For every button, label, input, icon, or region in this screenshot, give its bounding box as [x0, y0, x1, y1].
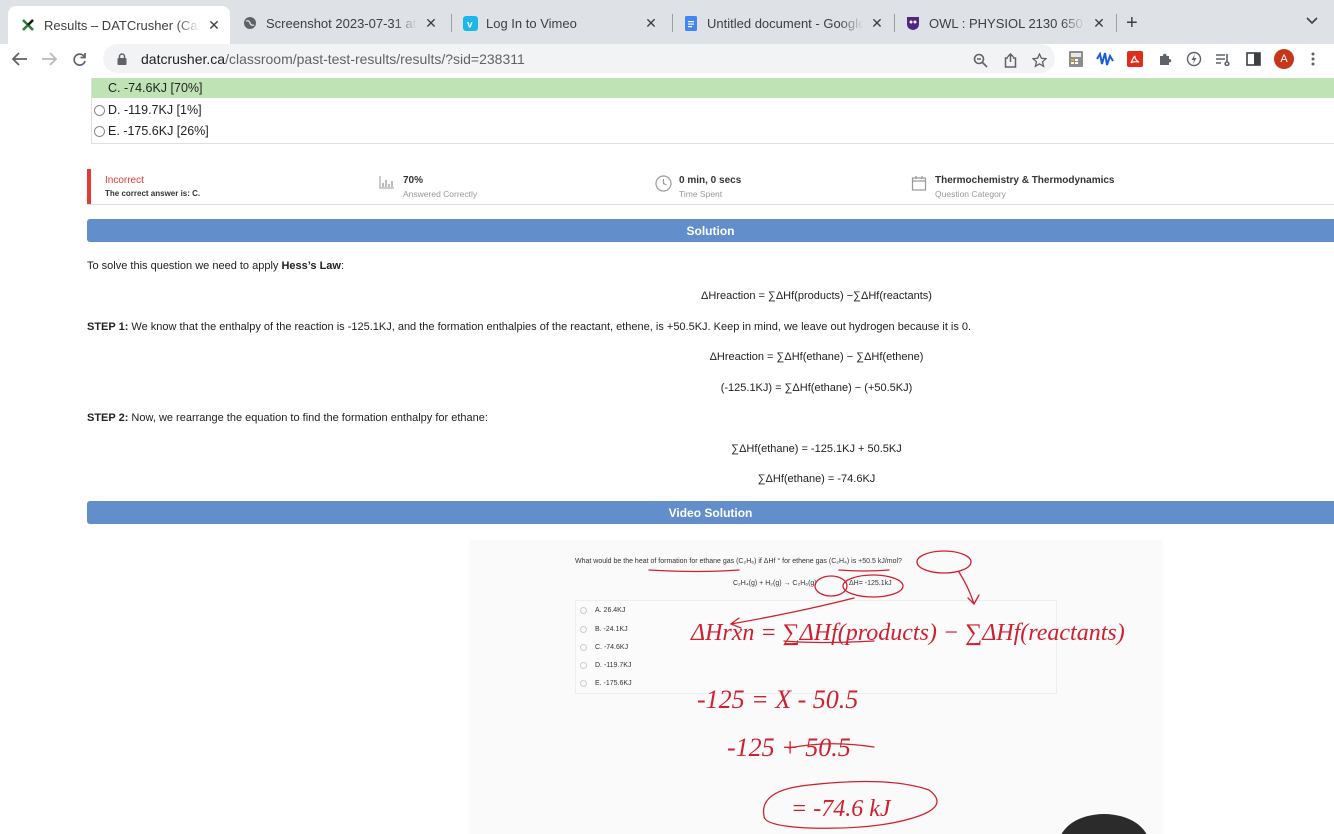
- equation-step-2a: ∑ΔHf(ethane) = -125.1KJ + 50.5KJ: [731, 443, 902, 455]
- handwritten-equation: ΔHrxn = ∑ΔHf(products) − ∑ΔHf(reactants): [690, 620, 1125, 646]
- address-bar[interactable]: datcrusher.ca/classroom/past-test-result…: [103, 44, 1055, 73]
- url-text: datcrusher.ca/classroom/past-test-result…: [141, 51, 525, 67]
- tab-title: Untitled document - Google Do: [707, 15, 863, 31]
- tab-title: Results – DATCrusher (Canadian: [44, 17, 200, 33]
- new-tab-plus-icon[interactable]: +: [1126, 12, 1138, 35]
- correct-answer-text: The correct answer is: C.: [105, 189, 201, 198]
- close-tab-icon[interactable]: ✕: [423, 15, 439, 32]
- google-docs-icon: [683, 15, 699, 31]
- solution-header: Solution: [87, 219, 1334, 242]
- tab-separator: [672, 14, 673, 32]
- step-2-text: STEP 2: Now, we rearrange the equation t…: [87, 412, 488, 424]
- step-2-body: Now, we rearrange the equation to find t…: [128, 412, 488, 424]
- step-1-body: We know that the enthalpy of the reactio…: [128, 321, 972, 333]
- extensions-puzzle-icon[interactable]: [1155, 49, 1175, 69]
- result-stat: Incorrect The correct answer is: C.: [105, 175, 200, 198]
- percent-stat: 70% Answered Correctly: [379, 175, 478, 199]
- globe-icon: [242, 15, 258, 31]
- vimeo-icon: v: [462, 15, 478, 31]
- tab-search-chevron-icon[interactable]: [1306, 14, 1318, 28]
- bar-chart-icon: [379, 175, 397, 193]
- tab-vimeo[interactable]: v Log In to Vimeo ✕: [460, 8, 665, 38]
- waveform-extension-icon[interactable]: [1095, 49, 1115, 69]
- browser-toolbar: datcrusher.ca/classroom/past-test-result…: [0, 44, 1334, 74]
- owl-icon: [905, 15, 921, 31]
- incorrect-indicator: [87, 169, 91, 204]
- step-1-label: STEP 1:: [87, 321, 129, 333]
- tab-screenshot[interactable]: Screenshot 2023-07-31 at 5.0 ✕: [240, 8, 445, 38]
- svg-text:v: v: [467, 19, 473, 30]
- answer-label: E. -175.6KJ [26%]: [108, 124, 209, 138]
- url-domain: datcrusher.ca: [141, 50, 226, 67]
- back-arrow-icon[interactable]: [9, 48, 31, 70]
- hess-law-text: Hess’s Law: [281, 260, 341, 272]
- answer-label: D. -119.7KJ [1%]: [108, 103, 202, 117]
- handwritten-line-2: -125 + 50.5: [727, 733, 851, 762]
- bookmark-star-icon[interactable]: [1030, 51, 1048, 69]
- calculator-extension-icon[interactable]: [1066, 49, 1086, 69]
- tab-separator: [1116, 14, 1117, 32]
- share-icon[interactable]: [1001, 51, 1019, 69]
- equation-step-1b: (-125.1KJ) = ∑ΔHf(ethane) − (+50.5KJ): [720, 382, 913, 394]
- reload-icon[interactable]: [68, 48, 90, 70]
- acrobat-extension-icon[interactable]: [1125, 49, 1145, 69]
- close-tab-icon[interactable]: ✕: [1091, 15, 1107, 32]
- equation-step-2b: ∑ΔHf(ethane) = -74.6KJ: [757, 473, 876, 485]
- category-value: Thermochemistry & Thermodynamics: [935, 175, 1115, 186]
- step-1-text: STEP 1: We know that the enthalpy of the…: [87, 321, 971, 333]
- answer-label: C. -74.6KJ [70%]: [108, 81, 203, 95]
- intro-text: To solve this question we need to apply: [87, 260, 282, 272]
- zoom-icon[interactable]: [971, 51, 989, 69]
- forward-arrow-icon[interactable]: [38, 48, 60, 70]
- tab-title: Screenshot 2023-07-31 at 5.0: [266, 15, 417, 31]
- solution-intro: To solve this question we need to apply …: [87, 260, 344, 272]
- percent-value: 70%: [403, 175, 424, 186]
- close-tab-icon[interactable]: ✕: [643, 15, 659, 32]
- datcrusher-icon: [20, 17, 36, 33]
- equation-hess-law: ΔHreaction = ∑ΔHf(products) −∑ΔHf(reacta…: [701, 290, 932, 302]
- percent-label: Answered Correctly: [403, 189, 478, 199]
- category-stat: Thermochemistry & Thermodynamics Questio…: [911, 175, 1115, 199]
- intro-colon: :: [340, 260, 345, 272]
- handwritten-line-1: -125 = X - 50.5: [697, 685, 858, 714]
- video-solution-header: Video Solution: [87, 501, 1334, 524]
- tab-separator: [451, 14, 452, 32]
- page-content: C. -74.6KJ [70%] D. -119.7KJ [1%] E. -17…: [0, 78, 1334, 834]
- time-label: Time Spent: [679, 189, 723, 199]
- tab-google-docs[interactable]: Untitled document - Google Do ✕: [681, 8, 891, 38]
- clock-icon: [655, 175, 673, 193]
- category-label: Question Category: [935, 189, 1006, 199]
- video-player[interactable]: What would be the heat of formation for …: [469, 540, 1163, 834]
- answer-option-d[interactable]: D. -119.7KJ [1%]: [92, 100, 1334, 120]
- tab-title: Log In to Vimeo: [486, 15, 577, 31]
- answer-option-e[interactable]: E. -175.6KJ [26%]: [92, 121, 1334, 141]
- answer-option-c[interactable]: C. -74.6KJ [70%]: [92, 78, 1334, 98]
- handwritten-answer: = -74.6 kJ: [791, 796, 892, 822]
- side-panel-icon[interactable]: [1243, 49, 1263, 69]
- tab-owl[interactable]: OWL : PHYSIOL 2130 650 SU2 ✕: [903, 8, 1113, 38]
- radio-button[interactable]: [94, 104, 105, 116]
- handwriting-overlay: ΔHrxn = ∑ΔHf(products) − ∑ΔHf(reactants)…: [648, 550, 1125, 829]
- tab-separator: [894, 14, 895, 32]
- lock-icon[interactable]: [115, 52, 129, 66]
- tab-results-datcrusher[interactable]: Results – DATCrusher (Canadian ✕: [8, 6, 230, 44]
- result-status-bar: Incorrect The correct answer is: C. 70% …: [87, 168, 1334, 205]
- tab-title: OWL : PHYSIOL 2130 650 SU2: [929, 15, 1085, 31]
- close-tab-icon[interactable]: ✕: [206, 17, 222, 34]
- kebab-menu-icon[interactable]: [1303, 49, 1323, 69]
- profile-avatar[interactable]: A: [1274, 49, 1294, 69]
- result-text: Incorrect: [105, 175, 144, 186]
- performance-extension-icon[interactable]: [1184, 49, 1204, 69]
- radio-button[interactable]: [94, 125, 105, 137]
- url-path: /classroom/past-test-results/results/?si…: [225, 50, 525, 67]
- reading-list-icon[interactable]: [1213, 49, 1233, 69]
- close-tab-icon[interactable]: ✕: [869, 15, 885, 32]
- tab-strip: Results – DATCrusher (Canadian ✕ Screens…: [0, 0, 1334, 44]
- time-stat: 0 min, 0 secs Time Spent: [655, 175, 742, 199]
- step-2-label: STEP 2:: [87, 412, 129, 424]
- equation-step-1a: ΔHreaction = ∑ΔHf(ethane) − ∑ΔHf(ethene): [709, 351, 924, 363]
- calendar-icon: [911, 175, 929, 193]
- time-value: 0 min, 0 secs: [679, 175, 742, 186]
- answer-options: C. -74.6KJ [70%] D. -119.7KJ [1%] E. -17…: [91, 78, 1334, 144]
